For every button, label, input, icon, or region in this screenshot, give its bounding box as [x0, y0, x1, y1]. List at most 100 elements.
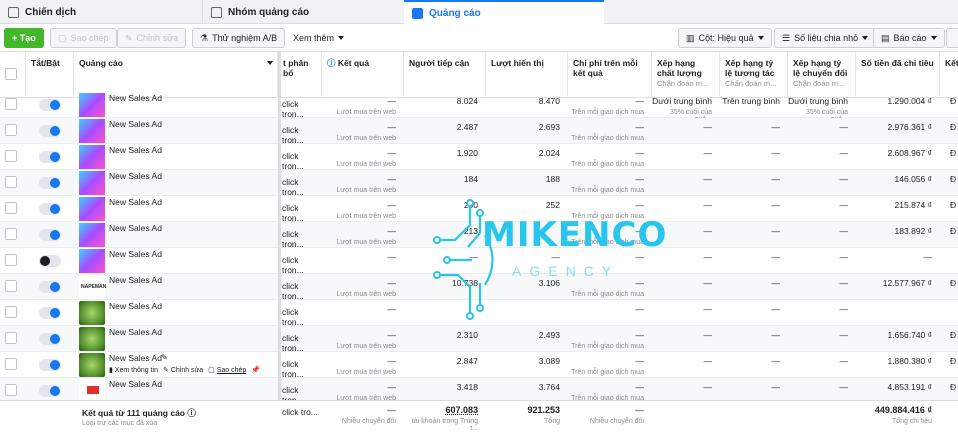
ad-toggle[interactable]	[39, 281, 61, 293]
row-checkbox[interactable]	[5, 98, 17, 110]
reports-button[interactable]: ▤ Báo cáo	[873, 28, 945, 48]
ad-thumbnail[interactable]	[79, 353, 105, 377]
chevron-down-icon	[862, 36, 869, 40]
tab-campaigns[interactable]: Chiến dịch	[0, 0, 200, 24]
ad-toggle[interactable]	[39, 125, 61, 137]
select-all-checkbox[interactable]	[5, 68, 17, 80]
end-cell: Đ	[950, 278, 957, 288]
ad-thumbnail[interactable]	[79, 145, 105, 169]
edit-link[interactable]: ✎ Chỉnh sửa	[163, 366, 203, 374]
results-cell: — Lượt mua trên web	[336, 330, 396, 350]
ad-name-link[interactable]: New Sales Ad	[109, 379, 162, 389]
table-row[interactable]: NAPEMAN New Sales Ad click tron... — Lượt mu…	[0, 274, 958, 301]
view-details-link[interactable]: ▮ Xem thông tin	[109, 366, 158, 374]
ad-name-link[interactable]: New Sales Ad	[109, 119, 162, 129]
table-row[interactable]: New Sales Ad click tron... —Lượt mua trên …	[0, 222, 958, 249]
row-checkbox[interactable]	[5, 254, 17, 266]
ad-name-link[interactable]: New Sales Ad	[109, 275, 162, 285]
ad-thumbnail[interactable]: NAPEMAN	[79, 275, 106, 299]
more-button[interactable]	[946, 28, 958, 48]
table-row[interactable]: New Sales Ad click tron... —Lượt mua trên …	[0, 92, 958, 123]
row-checkbox[interactable]	[5, 332, 17, 344]
ad-name-link[interactable]: New Sales Ad	[109, 197, 162, 207]
row-checkbox[interactable]	[5, 228, 17, 240]
ad-toggle[interactable]	[39, 255, 61, 267]
delivery-cell: click tron...	[282, 125, 304, 145]
ad-toggle[interactable]	[39, 385, 61, 397]
view-more-button[interactable]: Xem thêm	[285, 28, 352, 48]
ad-toggle[interactable]	[39, 99, 61, 111]
row-checkbox[interactable]	[5, 358, 17, 370]
ad-name-link[interactable]: New Sales Ad	[109, 223, 162, 233]
edit-button[interactable]: ✎ Chỉnh sửa	[117, 28, 187, 48]
ad-name-link[interactable]: New Sales Ad	[109, 249, 162, 259]
ad-thumbnail[interactable]	[79, 93, 105, 117]
ad-name-link[interactable]: New Sales Ad	[109, 171, 162, 181]
ad-thumbnail[interactable]	[79, 249, 105, 273]
footer-impressions: 921.253 Tổng	[527, 405, 560, 425]
flask-icon: ⚗	[200, 32, 209, 43]
end-cell: Đ	[950, 200, 957, 210]
cost-per-result-cell: — Trên mỗi giao dịch mua	[571, 356, 644, 376]
cost-per-result-cell: — Trên mỗi giao dịch mua	[571, 148, 644, 168]
ad-thumbnail[interactable]	[79, 119, 105, 143]
ad-icon	[412, 7, 423, 19]
table-row[interactable]: New Sales Ad click tron... —Lượt mua trên …	[0, 196, 958, 223]
tab-adsets[interactable]: Nhóm quảng cáo	[202, 0, 402, 24]
ad-toggle[interactable]	[39, 359, 61, 371]
ad-toggle[interactable]	[39, 229, 61, 241]
ad-toggle[interactable]	[39, 307, 61, 319]
ad-toggle[interactable]	[39, 203, 61, 215]
table-row[interactable]: New Sales Ad click tron... — — — — —	[0, 300, 958, 327]
end-cell: Đ	[950, 148, 957, 158]
table-row[interactable]: New Sales Ad click tron... —Lượt mua trên …	[0, 118, 958, 145]
end-cell: Đ	[950, 226, 957, 236]
results-cell: —	[387, 304, 397, 314]
engagement-cell: —	[771, 148, 781, 158]
create-button[interactable]: + Tạo	[4, 28, 44, 48]
impressions-cell: 2.024	[538, 148, 560, 158]
quality-cell: —	[703, 304, 713, 314]
ad-thumbnail[interactable]	[79, 197, 105, 221]
ad-thumbnail[interactable]	[79, 301, 105, 325]
pencil-icon: ✎	[125, 32, 133, 43]
row-checkbox[interactable]	[5, 306, 17, 318]
ad-toggle[interactable]	[39, 333, 61, 345]
ad-name-link[interactable]: New Sales Ad	[109, 145, 162, 155]
ad-name-link[interactable]: New Sales Ad	[109, 353, 162, 363]
ad-thumbnail[interactable]	[79, 171, 105, 195]
impressions-cell: 2.693	[538, 122, 560, 132]
impressions-cell: 2.493	[538, 330, 560, 340]
row-checkbox[interactable]	[5, 176, 17, 188]
ad-thumbnail[interactable]	[79, 223, 105, 247]
table-row[interactable]: New Sales Ad click tron... —Lượt mua trên …	[0, 144, 958, 171]
ad-toggle[interactable]	[39, 177, 61, 189]
ad-name-link[interactable]: New Sales Ad	[109, 327, 162, 337]
row-checkbox[interactable]	[5, 384, 17, 396]
row-checkbox[interactable]	[5, 150, 17, 162]
breakdown-button[interactable]: ☰ Số liệu chia nhỏ	[774, 28, 877, 48]
duplicate-button[interactable]: ▢ Sao chép	[50, 28, 117, 48]
row-checkbox[interactable]	[5, 202, 17, 214]
table-row[interactable]: New Sales Ad click tron... — — — — — — — —	[0, 248, 958, 275]
ad-toggle[interactable]	[39, 151, 61, 163]
delivery-cell: click tron...	[282, 99, 304, 119]
ad-name-link[interactable]: New Sales Ad	[109, 301, 162, 311]
columns-button[interactable]: ▥ Cột: Hiệu quả	[678, 28, 772, 48]
ad-name-link[interactable]: New Sales Ad	[109, 93, 162, 103]
quality-cell: —	[703, 200, 713, 210]
row-checkbox[interactable]	[5, 124, 17, 136]
row-checkbox[interactable]	[5, 280, 17, 292]
table-row[interactable]: New Sales Ad ✎ ▮ Xem thông tin ✎ Chỉnh sửa ▢…	[0, 352, 958, 379]
impressions-cell: 188	[545, 174, 560, 184]
pin-icon[interactable]: 📌	[251, 366, 260, 374]
tab-ads[interactable]: Quảng cáo	[404, 0, 604, 24]
ab-test-button[interactable]: ⚗ Thử nghiệm A/B	[192, 28, 286, 48]
end-cell	[950, 300, 958, 326]
table-row[interactable]: New Sales Ad click tron... —Lượt mua trên …	[0, 326, 958, 353]
toolbar: + Tạo ▢ Sao chép ✎ Chỉnh sửa ⚗ Thử nghiệm A…	[0, 24, 958, 52]
ad-thumbnail[interactable]	[79, 327, 105, 351]
edit-name-icon[interactable]: ✎	[161, 353, 168, 362]
table-row[interactable]: New Sales Ad click tron... —Lượt mua trên …	[0, 170, 958, 197]
duplicate-link[interactable]: ▢ Sao chép	[208, 366, 246, 374]
